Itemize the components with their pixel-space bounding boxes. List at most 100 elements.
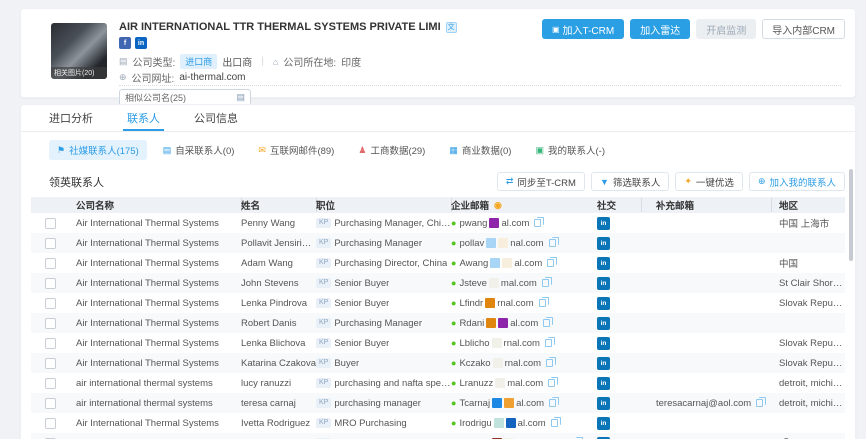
email-cell: ●Kczakornal.com <box>451 358 581 369</box>
toolbar-button[interactable]: ✦一键优选 <box>675 172 743 191</box>
linkedin-icon[interactable]: in <box>597 337 610 350</box>
email-prefix: pollav <box>459 238 484 249</box>
linkedin-icon[interactable]: in <box>135 37 147 49</box>
row-checkbox[interactable] <box>45 338 56 349</box>
filter-chip[interactable]: ▤自采联系人(0) <box>155 140 243 160</box>
importer-chip[interactable]: 进口商 <box>180 54 217 69</box>
row-checkbox[interactable] <box>45 318 56 329</box>
toolbar-button[interactable]: ⇄同步至T-CRM <box>497 172 585 191</box>
social-cell: in <box>581 397 641 410</box>
filter-chip-label: 自采联系人(0) <box>175 143 234 157</box>
linkedin-icon[interactable]: in <box>597 277 610 290</box>
checkbox-cell <box>31 358 69 369</box>
tab-进口分析[interactable]: 进口分析 <box>49 105 93 131</box>
row-checkbox[interactable] <box>45 378 56 389</box>
toolbar-button[interactable]: ▼筛选联系人 <box>591 172 669 191</box>
position-cell: KPBuyer <box>316 358 451 369</box>
exporter-chip[interactable]: 出口商 <box>222 54 252 69</box>
name-cell: John Stevens <box>241 278 316 289</box>
action-button[interactable]: 加入雷达 <box>630 19 690 39</box>
name-cell: Penny Wang <box>241 218 316 229</box>
copy-icon[interactable] <box>543 319 550 327</box>
copy-icon[interactable] <box>542 279 549 287</box>
row-checkbox[interactable] <box>45 218 56 229</box>
copy-icon[interactable] <box>756 399 763 407</box>
copy-icon[interactable] <box>549 399 556 407</box>
email-cell: ●Awangal.com <box>451 258 581 269</box>
filter-chip-label: 社媒联系人(175) <box>69 143 139 157</box>
filter-chip[interactable]: ♟工商数据(29) <box>350 140 433 160</box>
row-checkbox[interactable] <box>45 358 56 369</box>
translate-icon[interactable]: 文 <box>446 22 457 33</box>
linkedin-icon[interactable]: in <box>597 317 610 330</box>
email-status-dot: ● <box>451 418 456 428</box>
row-checkbox[interactable] <box>45 398 56 409</box>
email-prefix: Irodrigu <box>459 418 491 429</box>
tab-公司信息[interactable]: 公司信息 <box>194 105 238 131</box>
checkbox-cell <box>31 338 69 349</box>
filter-chip[interactable]: ▦商业数据(0) <box>441 140 519 160</box>
tab-联系人[interactable]: 联系人 <box>127 105 160 131</box>
linkedin-icon[interactable]: in <box>597 357 610 370</box>
action-button[interactable]: 导入内部CRM <box>762 19 845 39</box>
email-prefix: Lblicho <box>459 338 489 349</box>
row-checkbox[interactable] <box>45 238 56 249</box>
copy-icon[interactable] <box>539 299 546 307</box>
filter-chip[interactable]: ✉互联网邮件(89) <box>250 140 342 160</box>
copy-icon[interactable] <box>546 359 553 367</box>
name-cell: Lenka Blichova <box>241 338 316 349</box>
linkedin-icon[interactable]: in <box>597 417 610 430</box>
star-icon: ✦ <box>684 176 692 187</box>
row-checkbox[interactable] <box>45 258 56 269</box>
key-person-tag: KP <box>316 378 331 388</box>
table-row: air international thermal systemslucy ra… <box>31 373 845 393</box>
email-suffix: al.com <box>516 398 544 409</box>
row-checkbox[interactable] <box>45 418 56 429</box>
email-prefix: Rdani <box>459 318 484 329</box>
copy-icon[interactable] <box>545 339 552 347</box>
linkedin-icon[interactable]: in <box>597 297 610 310</box>
position-cell: KPpurchasing manager <box>316 398 451 409</box>
copy-icon[interactable] <box>548 379 555 387</box>
email-status-dot: ● <box>451 318 456 328</box>
similar-company-label: 相似公司名(25) <box>125 91 186 104</box>
copy-icon[interactable] <box>551 419 558 427</box>
column-header-label: 补充邮箱 <box>656 198 694 212</box>
key-person-tag: KP <box>316 418 331 428</box>
region-cell: Slovak Republic <box>771 338 845 349</box>
position-text: purchasing manager <box>334 398 421 409</box>
filter-chip[interactable]: ▣我的联系人(-) <box>527 140 613 160</box>
scrollbar-thumb[interactable] <box>849 169 853 261</box>
email-mask-block <box>498 238 508 248</box>
row-checkbox[interactable] <box>45 278 56 289</box>
linkedin-icon[interactable]: in <box>597 217 610 230</box>
toolbar-button-label: 同步至T-CRM <box>517 175 576 189</box>
briefcase-icon: ▦ <box>449 145 458 156</box>
filter-chip[interactable]: ⚑社媒联系人(175) <box>49 140 147 160</box>
linkedin-icon[interactable]: in <box>597 237 610 250</box>
action-button[interactable]: 开启监测 <box>696 19 756 39</box>
copy-icon[interactable] <box>534 219 541 227</box>
key-person-tag: KP <box>316 278 331 288</box>
email-cell: ●pollavnal.com <box>451 238 581 249</box>
company-photo[interactable]: 相关图片(20) <box>51 23 107 79</box>
linkedin-icon[interactable]: in <box>597 377 610 390</box>
toolbar-button[interactable]: ⊕加入我的联系人 <box>749 172 845 191</box>
column-header-label: 地区 <box>779 201 798 212</box>
social-cell: in <box>581 257 641 270</box>
row-checkbox[interactable] <box>45 298 56 309</box>
building-icon: ⌂ <box>273 57 278 67</box>
copy-icon[interactable] <box>549 239 556 247</box>
position-cell: KPPurchasing Manager, China <box>316 218 451 229</box>
facebook-icon[interactable]: f <box>119 37 131 49</box>
linkedin-icon[interactable]: in <box>597 397 610 410</box>
email-mask-block <box>486 318 496 328</box>
company-title: AIR INTERNATIONAL TTR THERMAL SYSTEMS PR… <box>119 21 441 33</box>
linkedin-icon[interactable]: in <box>597 257 610 270</box>
filter-chip-label: 工商数据(29) <box>370 143 425 157</box>
email-prefix: Jsteve <box>459 278 486 289</box>
checkbox-cell <box>31 418 69 429</box>
website-value[interactable]: ai-thermal.com <box>179 72 245 83</box>
add-to-tcrm-button[interactable]: ▣加入T-CRM <box>542 19 624 39</box>
copy-icon[interactable] <box>547 259 554 267</box>
